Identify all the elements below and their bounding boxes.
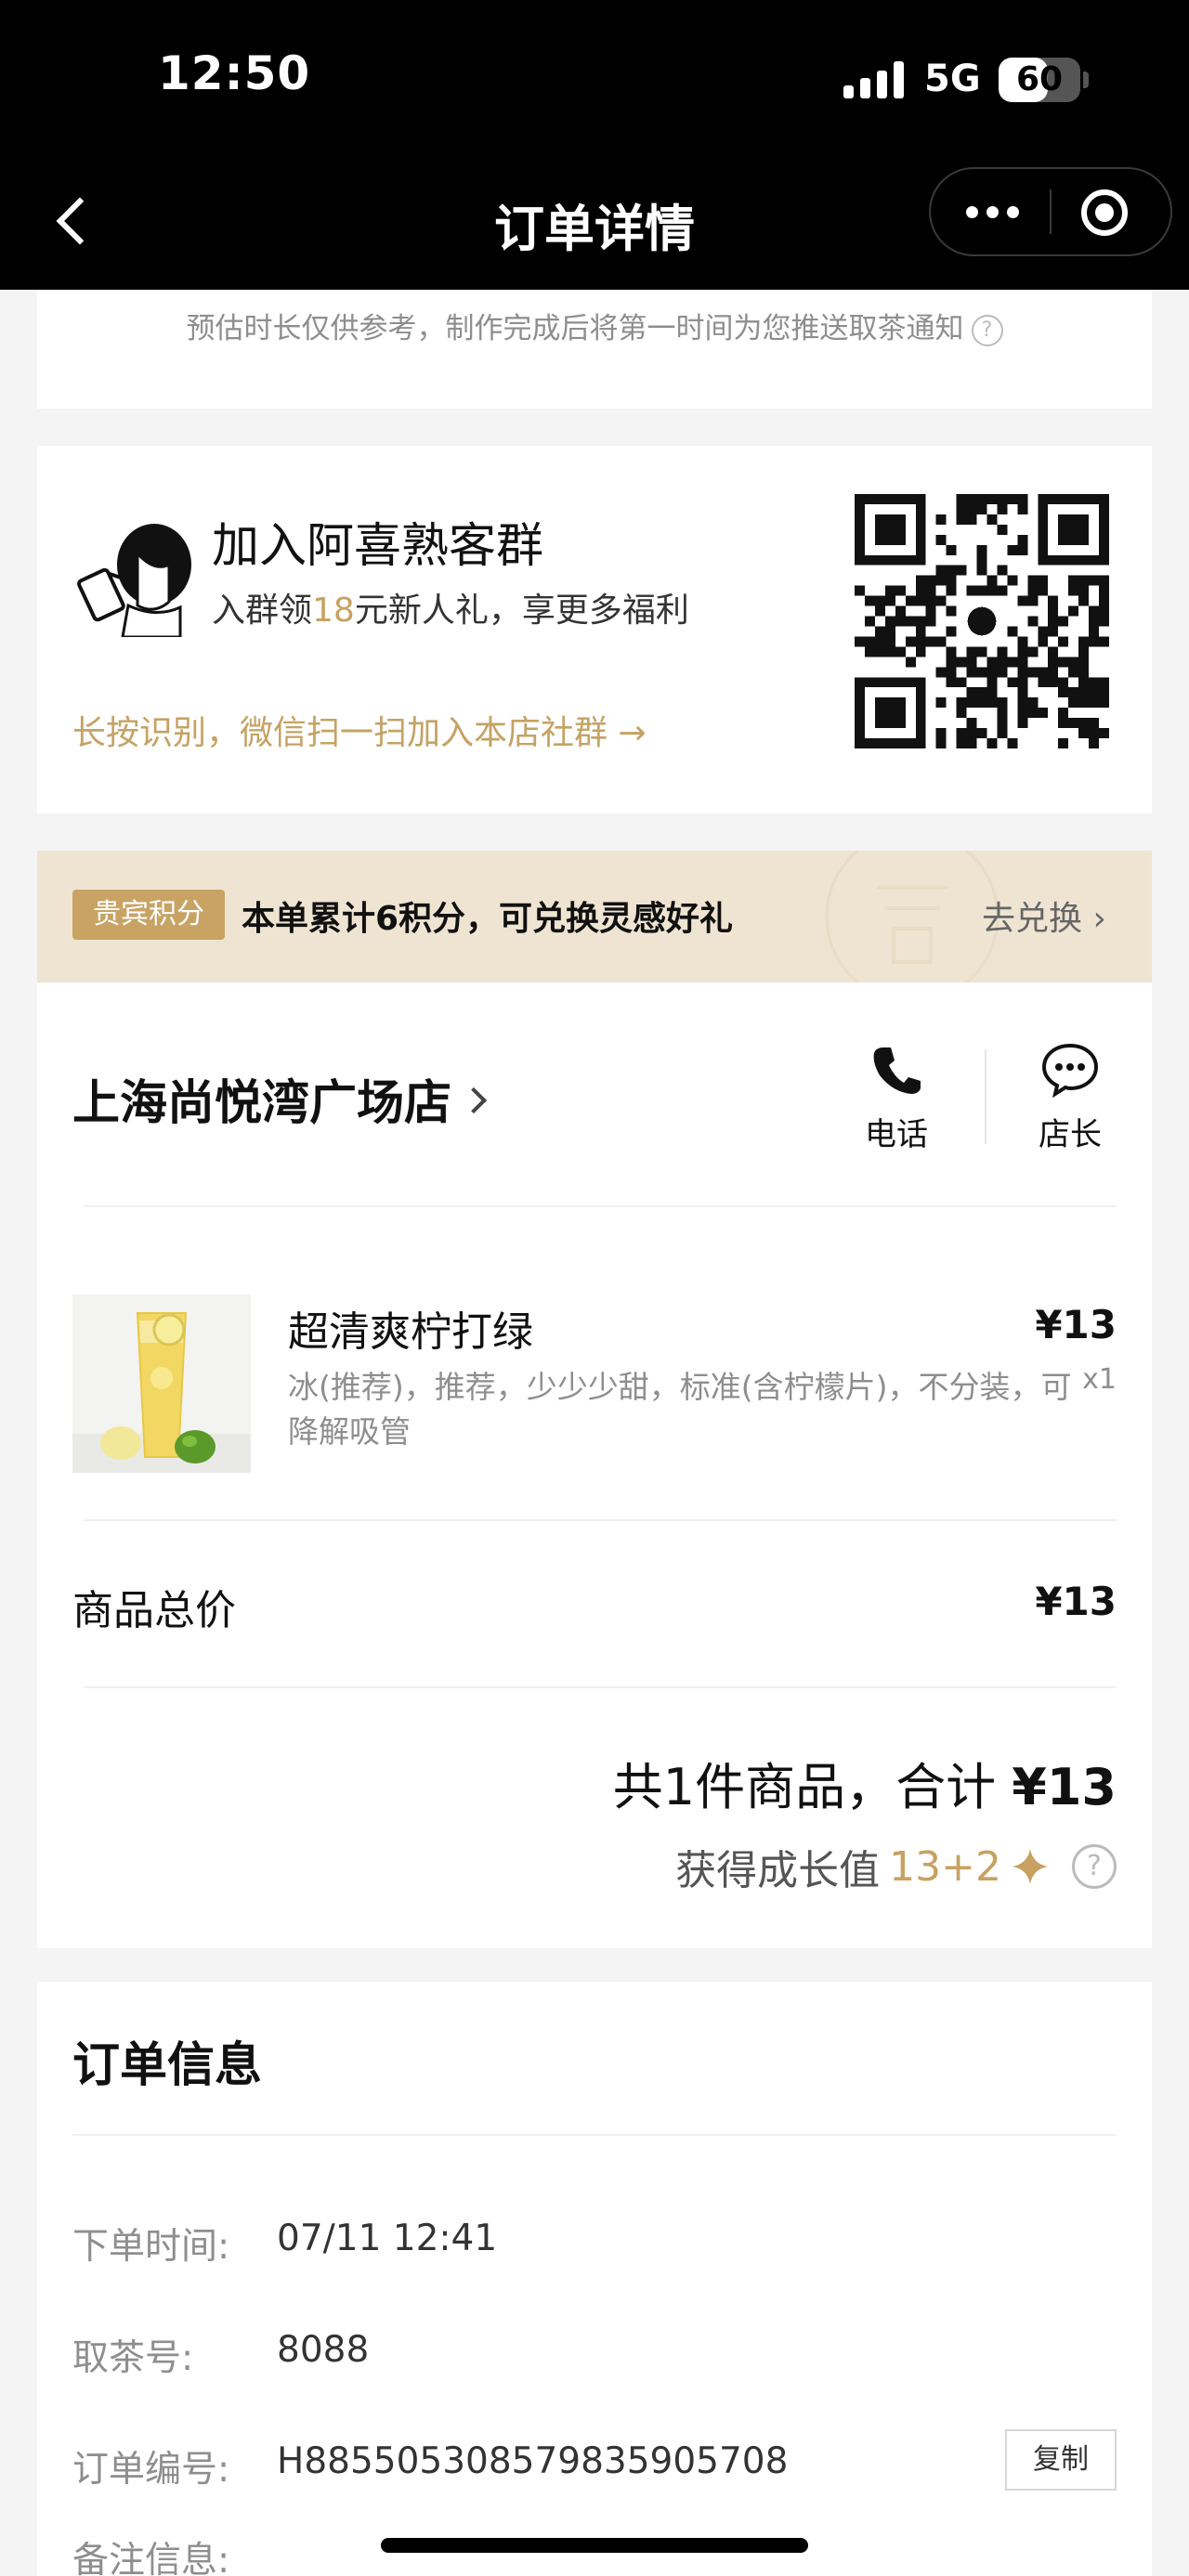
growth-help-icon[interactable]: ? xyxy=(1072,1844,1117,1889)
divider xyxy=(84,1205,1117,1207)
chevron-right-icon xyxy=(460,1086,488,1114)
signal-icon xyxy=(843,61,907,98)
group-sub-amount: 18 xyxy=(312,592,355,630)
pickup-note-card: 预估时长仅供参考，制作完成后将第一时间为您推送取茶通知? xyxy=(37,290,1152,409)
pickup-note: 预估时长仅供参考，制作完成后将第一时间为您推送取茶通知? xyxy=(37,305,1152,346)
order-info-title: 订单信息 xyxy=(72,2038,263,2093)
order-time-label: 下单时间: xyxy=(72,2226,230,2268)
order-time-row: 下单时间: 07/11 12:41 xyxy=(72,2218,1117,2273)
network-type: 5G xyxy=(924,58,981,100)
points-text: 本单累计6积分，可兑换灵感好礼 xyxy=(242,900,734,938)
drink-image xyxy=(72,1295,251,1473)
mini-program-capsule xyxy=(929,167,1172,256)
status-time: 12:50 xyxy=(158,46,311,100)
phone-label: 电话 xyxy=(865,1116,928,1153)
battery-level: 60 xyxy=(1015,60,1064,98)
battery-icon: 60 xyxy=(999,58,1080,102)
close-mini-program-button[interactable] xyxy=(1052,169,1170,254)
order-number-row: 订单编号: H885505308579835905708 复制 xyxy=(72,2429,1117,2496)
chat-icon xyxy=(1041,1043,1099,1099)
total-prefix: 共1件商品，合计 xyxy=(612,1758,997,1816)
manager-label: 店长 xyxy=(1039,1116,1102,1153)
store-name: 上海尚悦湾广场店 xyxy=(72,1076,452,1131)
product-options: 冰(推荐)，推荐，少少少甜，标准(含柠檬片)，不分装，可降解吸管 xyxy=(288,1369,1072,1450)
more-dots-icon xyxy=(966,206,1019,218)
watermark-logo-icon xyxy=(825,851,1000,982)
join-group-link[interactable]: 长按识别，微信扫一扫加入本店社群 → xyxy=(72,706,647,754)
group-sub-prefix: 入群领 xyxy=(212,592,313,630)
group-title: 加入阿喜熟客群 xyxy=(212,519,544,574)
more-button[interactable] xyxy=(931,169,1050,254)
sparkle-icon xyxy=(1013,1849,1048,1884)
nav-bar: 订单详情 xyxy=(0,160,1189,290)
order-total: 共1件商品，合计 ¥13 xyxy=(613,1746,1117,1819)
manager-chat-button[interactable]: 店长 xyxy=(1019,1040,1121,1155)
store-name-link[interactable]: 上海尚悦湾广场店 xyxy=(72,1064,488,1133)
order-time-value: 07/11 12:41 xyxy=(277,2218,498,2259)
growth-value-row: 获得成长值 13+2 ? xyxy=(675,1837,1117,1896)
status-bar: 12:50 5G 60 xyxy=(0,0,1189,160)
product-price: ¥13 xyxy=(1035,1302,1117,1347)
phone-icon xyxy=(873,1047,921,1094)
growth-value: 13+2 xyxy=(889,1842,1001,1891)
subtotal-label: 商品总价 xyxy=(72,1587,236,1634)
growth-label: 获得成长值 xyxy=(675,1847,881,1894)
pickup-number-label: 取茶号: xyxy=(72,2337,194,2379)
pickup-number-row: 取茶号: 8088 xyxy=(72,2329,1117,2385)
product-name: 超清爽柠打绿 xyxy=(288,1308,533,1356)
phone-button[interactable]: 电话 xyxy=(845,1040,947,1155)
product-quantity: x1 xyxy=(1082,1363,1117,1396)
help-icon[interactable]: ? xyxy=(971,314,1003,346)
divider xyxy=(84,1519,1117,1521)
group-subtitle: 入群领18元新人礼，享更多福利 xyxy=(212,583,689,631)
redeem-label: 去兑换 xyxy=(982,900,1083,938)
chevron-right-icon: › xyxy=(1092,900,1106,938)
divider xyxy=(84,1686,1117,1688)
points-bar: 贵宾积分 本单累计6积分，可兑换灵感好礼 去兑换 › xyxy=(37,851,1152,982)
group-sub-suffix: 元新人礼，享更多福利 xyxy=(354,592,689,630)
order-info-card: 订单信息 下单时间: 07/11 12:41 取茶号: 8088 订单编号: H… xyxy=(37,1982,1152,2576)
battery-cap xyxy=(1083,72,1089,88)
pickup-note-text: 预估时长仅供参考，制作完成后将第一时间为您推送取茶通知 xyxy=(186,312,964,345)
store-card: 上海尚悦湾广场店 电话 店长 超清爽柠打绿 冰(推荐)，推荐，少少少甜，标准(含… xyxy=(37,982,1152,1948)
order-number-value: H885505308579835905708 xyxy=(277,2440,789,2482)
remark-label: 备注信息: xyxy=(72,2540,230,2576)
action-divider xyxy=(985,1049,986,1144)
pickup-number-value: 8088 xyxy=(277,2329,370,2371)
qr-code-icon[interactable] xyxy=(855,494,1109,748)
copy-button[interactable]: 复制 xyxy=(1005,2429,1117,2491)
redeem-button[interactable]: 去兑换 › xyxy=(982,891,1106,940)
target-icon xyxy=(1081,189,1128,236)
product-image xyxy=(72,1295,251,1473)
group-card: 加入阿喜熟客群 入群领18元新人礼，享更多福利 长按识别，微信扫一扫加入本店社群… xyxy=(37,446,1152,813)
mascot-avatar-icon xyxy=(77,524,191,637)
points-badge: 贵宾积分 xyxy=(72,890,225,940)
subtotal-value: ¥13 xyxy=(1035,1579,1117,1624)
order-number-label: 订单编号: xyxy=(72,2449,230,2491)
total-value: ¥13 xyxy=(1012,1758,1117,1816)
divider xyxy=(72,2134,1117,2136)
home-indicator xyxy=(381,2538,808,2553)
